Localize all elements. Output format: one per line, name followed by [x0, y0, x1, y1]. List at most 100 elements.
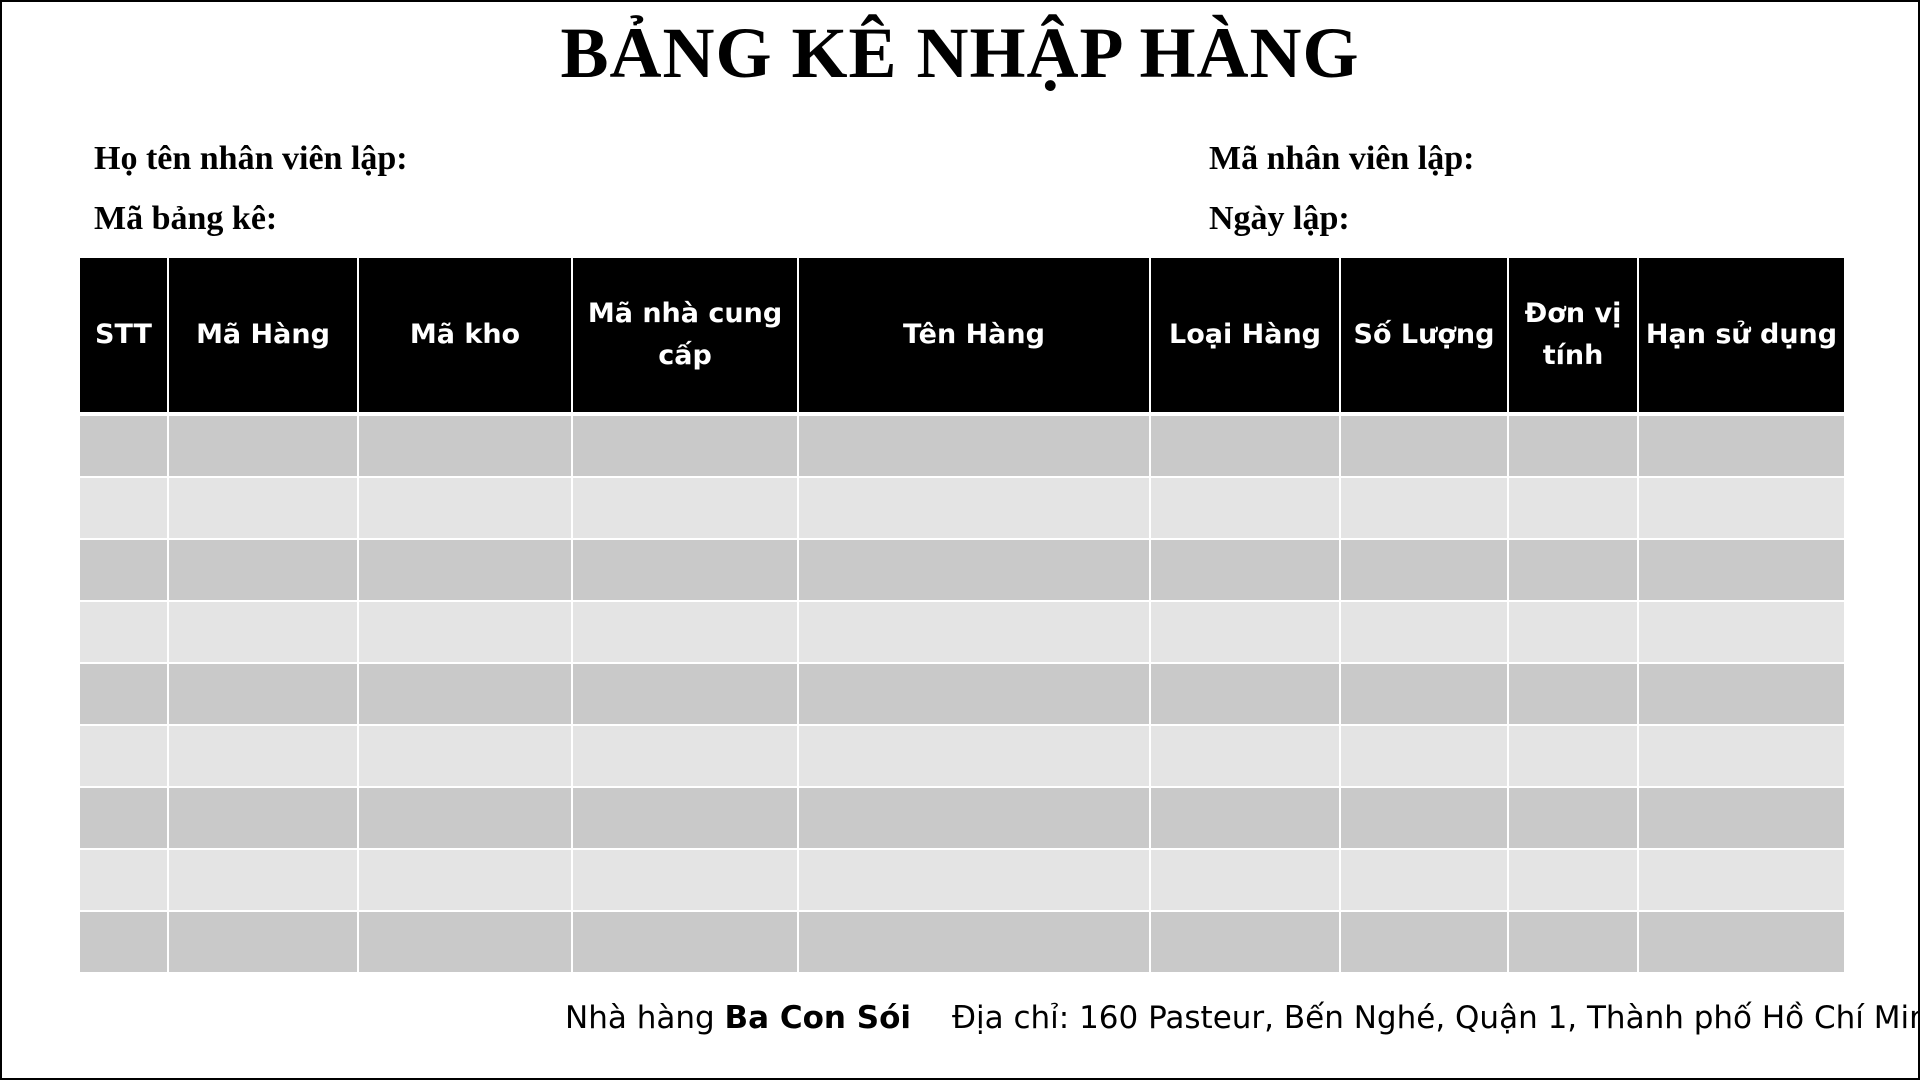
- table-cell: [1507, 848, 1639, 912]
- footer-brand-prefix: Nhà hàng: [565, 1000, 725, 1036]
- table-cell: [80, 910, 169, 974]
- table-cell: [797, 538, 1151, 602]
- table-row: [80, 910, 1844, 974]
- table-row: [80, 476, 1844, 540]
- table-cell: [571, 600, 799, 664]
- column-header-supplier-code: Mã nhà cung cấp: [571, 258, 799, 416]
- table-cell: [357, 662, 573, 726]
- table-cell: [571, 786, 799, 850]
- table-cell: [80, 538, 169, 602]
- table-cell: [571, 724, 799, 788]
- table-cell: [167, 600, 359, 664]
- table-cell: [1637, 910, 1844, 974]
- table-cell: [1149, 724, 1341, 788]
- table-cell: [357, 848, 573, 912]
- table-row: [80, 786, 1844, 850]
- table-cell: [1637, 600, 1844, 664]
- table-cell: [80, 848, 169, 912]
- table-cell: [357, 413, 573, 478]
- table-row: [80, 724, 1844, 788]
- table-cell: [167, 662, 359, 726]
- table-cell: [1507, 910, 1639, 974]
- table-cell: [1637, 413, 1844, 478]
- table-cell: [1637, 476, 1844, 540]
- table-cell: [357, 786, 573, 850]
- footer-restaurant: Nhà hàng Ba Con Sói: [565, 1000, 911, 1036]
- table-cell: [797, 848, 1151, 912]
- column-header-expiry: Hạn sử dụng: [1637, 258, 1844, 416]
- table-cell: [357, 538, 573, 602]
- employee-name-label: Họ tên nhân viên lập:: [94, 140, 408, 177]
- table-cell: [1339, 413, 1509, 478]
- list-code-label: Mã bảng kê:: [94, 200, 278, 237]
- table-cell: [1339, 662, 1509, 726]
- table-cell: [80, 600, 169, 664]
- table-cell: [167, 476, 359, 540]
- table-cell: [1339, 848, 1509, 912]
- employee-code-label: Mã nhân viên lập:: [1209, 140, 1475, 177]
- table-cell: [1339, 786, 1509, 850]
- footer-address: Địa chỉ: 160 Pasteur, Bến Nghé, Quận 1, …: [952, 1000, 1920, 1036]
- table-cell: [1339, 600, 1509, 664]
- column-header-stt: STT: [80, 258, 169, 416]
- column-header-warehouse-code: Mã kho: [357, 258, 573, 416]
- table-cell: [80, 786, 169, 850]
- footer-brand-name: Ba Con Sói: [724, 1000, 912, 1036]
- table-cell: [167, 413, 359, 478]
- table-cell: [1507, 724, 1639, 788]
- table-cell: [797, 786, 1151, 850]
- table-row: [80, 848, 1844, 912]
- import-table: STT Mã Hàng Mã kho Mã nhà cung cấp Tên H…: [80, 258, 1844, 974]
- table-cell: [571, 476, 799, 540]
- table-row: [80, 538, 1844, 602]
- table-cell: [797, 476, 1151, 540]
- table-cell: [1507, 786, 1639, 850]
- table-header-row: STT Mã Hàng Mã kho Mã nhà cung cấp Tên H…: [80, 258, 1844, 416]
- table-cell: [1149, 786, 1341, 850]
- table-cell: [1149, 600, 1341, 664]
- table-cell: [571, 662, 799, 726]
- table-cell: [167, 848, 359, 912]
- table-cell: [357, 724, 573, 788]
- table-cell: [1507, 413, 1639, 478]
- date-label: Ngày lập:: [1209, 200, 1350, 237]
- column-header-quantity: Số Lượng: [1339, 258, 1509, 416]
- table-row: [80, 413, 1844, 478]
- table-cell: [1149, 662, 1341, 726]
- table-cell: [1149, 538, 1341, 602]
- table-cell: [1637, 662, 1844, 726]
- table-cell: [1507, 662, 1639, 726]
- table-cell: [1149, 848, 1341, 912]
- table-cell: [1339, 724, 1509, 788]
- table-cell: [1637, 538, 1844, 602]
- document-title: BẢNG KÊ NHẬP HÀNG: [560, 13, 1360, 93]
- table-body: [80, 413, 1844, 974]
- table-cell: [1507, 538, 1639, 602]
- table-cell: [1637, 724, 1844, 788]
- table-cell: [797, 600, 1151, 664]
- table-cell: [1339, 476, 1509, 540]
- table-cell: [797, 724, 1151, 788]
- table-cell: [797, 910, 1151, 974]
- table-cell: [80, 724, 169, 788]
- column-header-product-name: Tên Hàng: [797, 258, 1151, 416]
- table-cell: [357, 910, 573, 974]
- table-cell: [167, 538, 359, 602]
- table-cell: [167, 786, 359, 850]
- table-cell: [1507, 476, 1639, 540]
- table-cell: [797, 662, 1151, 726]
- table-cell: [1149, 476, 1341, 540]
- column-header-product-code: Mã Hàng: [167, 258, 359, 416]
- table-cell: [167, 910, 359, 974]
- table-cell: [80, 413, 169, 478]
- table-cell: [1637, 786, 1844, 850]
- table-row: [80, 662, 1844, 726]
- table-cell: [797, 413, 1151, 478]
- table-cell: [1339, 910, 1509, 974]
- table-cell: [571, 910, 799, 974]
- table-cell: [80, 476, 169, 540]
- table-cell: [571, 848, 799, 912]
- table-cell: [571, 413, 799, 478]
- table-cell: [80, 662, 169, 726]
- table-cell: [1339, 538, 1509, 602]
